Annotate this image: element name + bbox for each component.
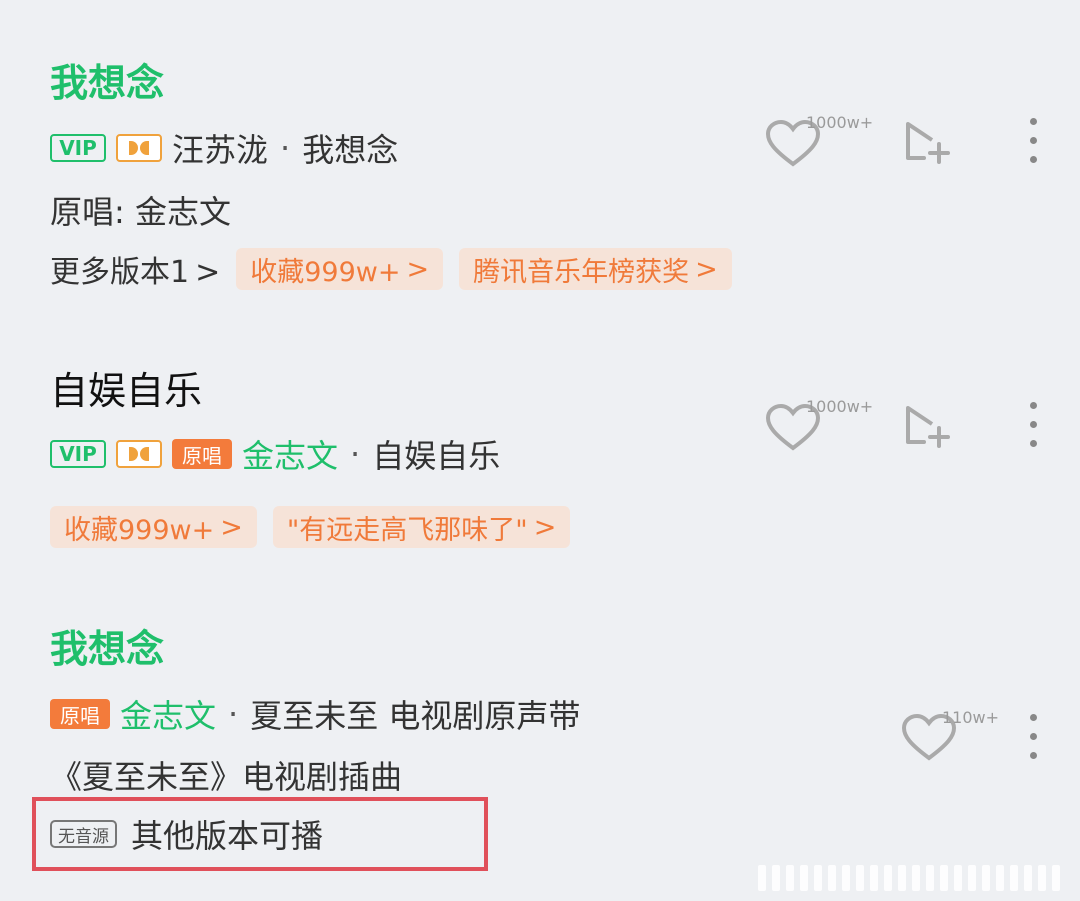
album-name[interactable]: 我想念: [302, 125, 398, 171]
artist-link[interactable]: 金志文: [242, 431, 338, 477]
artist-link[interactable]: 汪苏泷: [172, 125, 268, 171]
song-title: 我想念: [50, 627, 165, 671]
dolby-icon: [116, 440, 162, 468]
more-icon[interactable]: [1030, 402, 1037, 459]
watermark: [758, 865, 1060, 891]
song-description: 《夏至未至》电视剧插曲: [50, 758, 403, 796]
vip-badge: VIP: [50, 134, 106, 162]
like-count: 110w+: [942, 708, 1000, 727]
add-to-playlist-icon[interactable]: [904, 402, 954, 450]
comment-pill[interactable]: "有远走高飞那味了" >: [272, 506, 571, 548]
album-name[interactable]: 自娱自乐: [372, 431, 500, 477]
favorites-pill[interactable]: 收藏999w+ >: [236, 248, 444, 290]
original-badge: 原唱: [172, 439, 232, 469]
separator: ·: [350, 435, 361, 473]
album-name[interactable]: 夏至未至 电视剧原声带: [250, 691, 580, 737]
separator: ·: [280, 129, 291, 167]
like-count: 1000w+: [806, 113, 874, 132]
vip-badge: VIP: [50, 440, 106, 468]
dolby-icon: [116, 134, 162, 162]
like-count: 1000w+: [806, 397, 874, 416]
more-icon[interactable]: [1030, 118, 1037, 175]
original-singer: 原唱: 金志文: [50, 193, 231, 231]
more-icon[interactable]: [1030, 714, 1037, 771]
add-to-playlist-icon[interactable]: [904, 118, 954, 166]
original-badge: 原唱: [50, 699, 110, 729]
song-title: 自娱自乐: [50, 369, 203, 413]
favorites-pill[interactable]: 收藏999w+ >: [50, 506, 257, 548]
artist-link[interactable]: 金志文: [120, 691, 216, 737]
highlight-box: [32, 797, 488, 871]
more-versions-link[interactable]: 更多版本1 >: [50, 247, 220, 291]
separator: ·: [228, 695, 239, 733]
song-title: 我想念: [50, 61, 165, 105]
award-pill[interactable]: 腾讯音乐年榜获奖 >: [459, 248, 732, 290]
